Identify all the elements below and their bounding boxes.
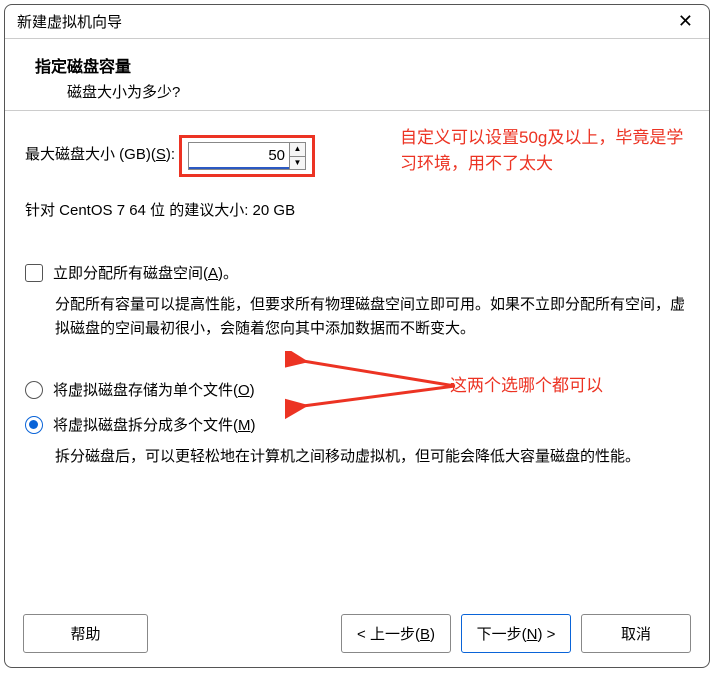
allocate-now-checkbox[interactable]	[25, 264, 43, 282]
cancel-button[interactable]: 取消	[581, 614, 691, 653]
store-single-label: 将虚拟磁盘存储为单个文件(O)	[53, 379, 255, 400]
disk-size-spinner[interactable]: ▲ ▼	[188, 142, 306, 170]
spinner-up-icon[interactable]: ▲	[290, 143, 305, 157]
allocate-now-label: 立即分配所有磁盘空间(A)。	[53, 262, 238, 283]
page-title: 指定磁盘容量	[35, 53, 689, 77]
wizard-header: 指定磁盘容量 磁盘大小为多少?	[5, 39, 709, 111]
store-split-label: 将虚拟磁盘拆分成多个文件(M)	[53, 414, 256, 435]
wizard-footer: 帮助 < 上一步(B) 下一步(N) > 取消	[5, 604, 709, 667]
help-button[interactable]: 帮助	[23, 614, 148, 653]
disk-size-highlight-box: ▲ ▼	[179, 135, 315, 177]
wizard-window: 新建虚拟机向导 ✕ 指定磁盘容量 磁盘大小为多少? 自定义可以设置50g及以上，…	[4, 4, 710, 668]
annotation-custom-size: 自定义可以设置50g及以上，毕竟是学习环境，用不了太大	[400, 125, 700, 176]
store-split-row: 将虚拟磁盘拆分成多个文件(M)	[25, 414, 689, 435]
back-button[interactable]: < 上一步(B)	[341, 614, 451, 653]
store-split-radio[interactable]	[25, 416, 43, 434]
store-split-description: 拆分磁盘后，可以更轻松地在计算机之间移动虚拟机，但可能会降低大容量磁盘的性能。	[55, 445, 689, 469]
window-title: 新建虚拟机向导	[17, 11, 122, 32]
allocate-now-description: 分配所有容量可以提高性能，但要求所有物理磁盘空间立即可用。如果不立即分配所有空间…	[55, 293, 689, 341]
store-single-radio[interactable]	[25, 381, 43, 399]
page-subtitle: 磁盘大小为多少?	[67, 81, 689, 102]
titlebar: 新建虚拟机向导 ✕	[5, 5, 709, 39]
wizard-content: 自定义可以设置50g及以上，毕竟是学习环境，用不了太大 最大磁盘大小 (GB)(…	[5, 111, 709, 604]
spinner-buttons: ▲ ▼	[289, 143, 305, 169]
disk-size-label: 最大磁盘大小 (GB)(S):	[25, 143, 175, 164]
allocate-now-row: 立即分配所有磁盘空间(A)。	[25, 262, 689, 283]
disk-size-input[interactable]	[189, 143, 289, 169]
annotation-either-ok: 这两个选哪个都可以	[450, 373, 603, 399]
recommended-size-label: 针对 CentOS 7 64 位 的建议大小: 20 GB	[25, 199, 689, 220]
next-button[interactable]: 下一步(N) >	[461, 614, 571, 653]
close-icon[interactable]: ✕	[674, 11, 697, 32]
spinner-down-icon[interactable]: ▼	[290, 157, 305, 170]
